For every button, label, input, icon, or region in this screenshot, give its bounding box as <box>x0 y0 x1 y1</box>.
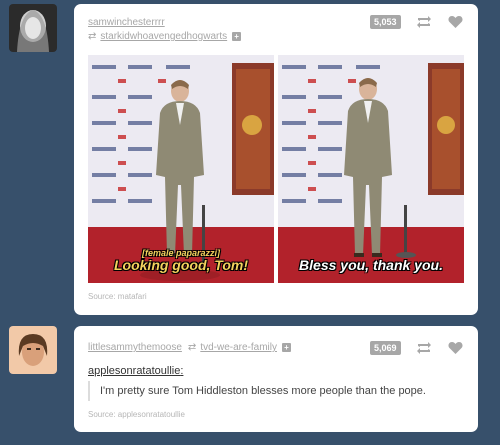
post-source[interactable]: Source: matafari <box>88 292 147 301</box>
quote-author-link[interactable]: applesonratatoullie: <box>88 365 183 377</box>
avatar[interactable] <box>9 4 57 52</box>
reblog-icon: ⇄ <box>187 342 197 353</box>
reblogged-from-link[interactable]: starkidwhoavengedhogwarts <box>100 31 227 42</box>
reblog-icon[interactable] <box>416 15 432 29</box>
note-count-badge[interactable]: 5,053 <box>370 15 401 29</box>
post-card: littlesammythemoose ⇄ tvd-we-are-family … <box>74 326 478 432</box>
photoset[interactable]: [female paparazzi] Looking good, Tom! Bl… <box>88 55 464 283</box>
note-count-badge[interactable]: 5,069 <box>370 341 401 355</box>
post-source[interactable]: Source: applesonratatoullie <box>88 410 185 419</box>
photo[interactable]: Bless you, thank you. <box>278 55 464 283</box>
reblog-icon[interactable] <box>416 341 432 355</box>
plus-icon[interactable]: + <box>282 343 291 352</box>
post-username[interactable]: littlesammythemoose <box>88 342 182 353</box>
reblog-source-row: ⇄ starkidwhoavengedhogwarts + <box>88 31 242 42</box>
heart-icon[interactable] <box>448 341 463 355</box>
post-username[interactable]: samwinchesterrrr <box>88 17 165 28</box>
reblogged-from-link[interactable]: tvd-we-are-family <box>200 342 277 353</box>
photo[interactable]: [female paparazzi] Looking good, Tom! <box>88 55 274 283</box>
quote-text: I'm pretty sure Tom Hiddleston blesses m… <box>88 381 458 401</box>
photo-caption: Looking good, Tom! <box>113 257 248 273</box>
post-header-row: littlesammythemoose ⇄ tvd-we-are-family … <box>88 342 291 353</box>
avatar[interactable] <box>9 326 57 374</box>
post-card: samwinchesterrrr ⇄ starkidwhoavengedhogw… <box>74 4 478 315</box>
reblog-icon: ⇄ <box>88 31 97 42</box>
plus-icon[interactable]: + <box>232 32 242 41</box>
heart-icon[interactable] <box>448 15 463 29</box>
photo-caption: Bless you, thank you. <box>299 257 443 273</box>
